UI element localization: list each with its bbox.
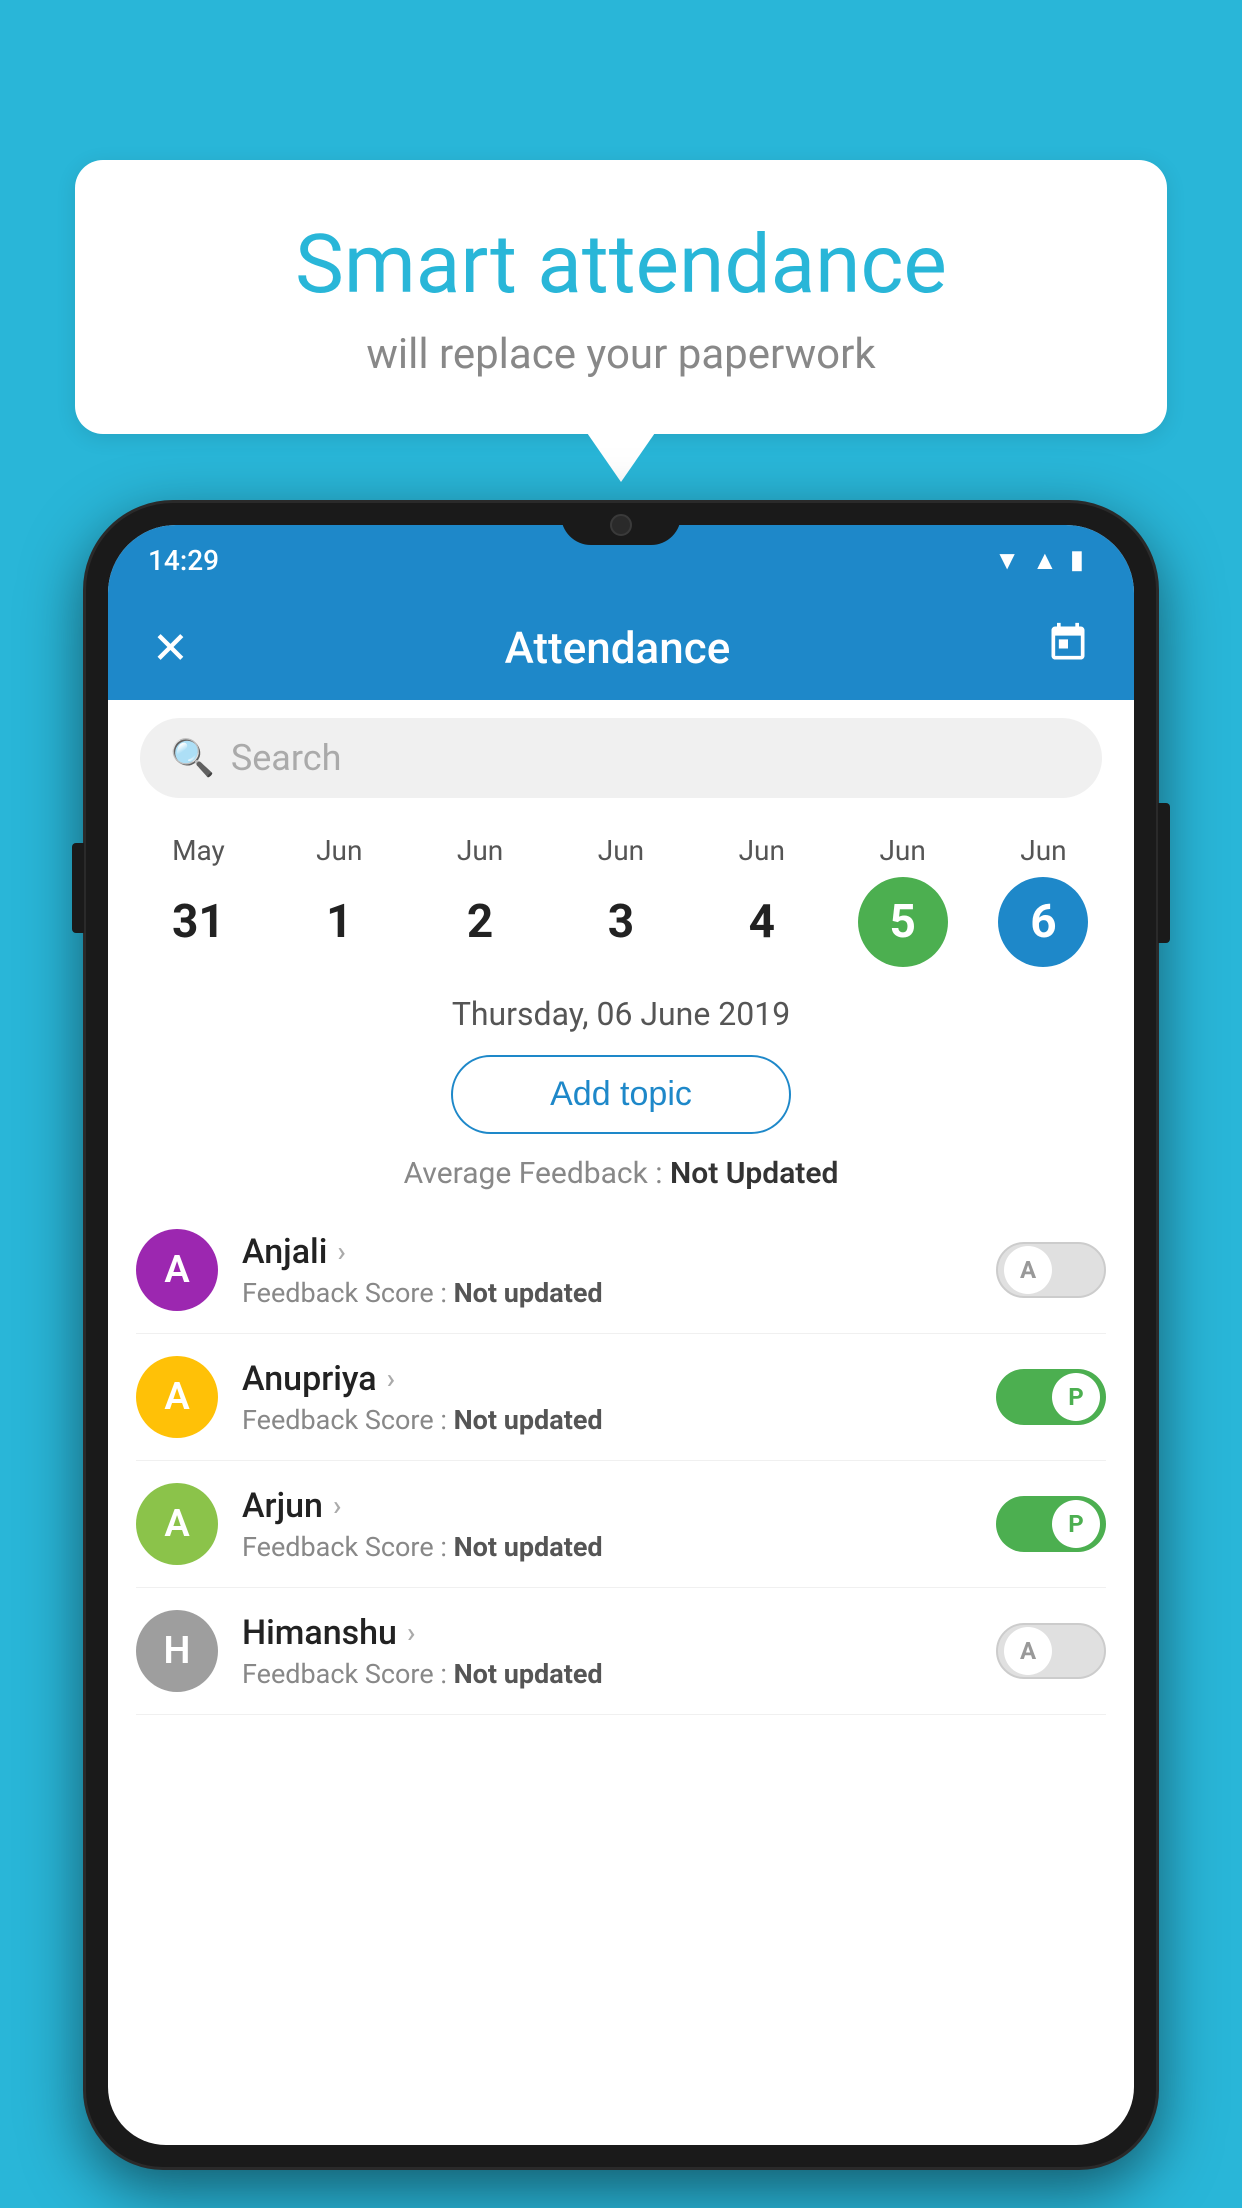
student-info: Anupriya › Feedback Score : Not updated xyxy=(218,1359,996,1436)
calendar-month-label: Jun xyxy=(316,834,362,867)
phone-outer: 14:29 ▼ ▲ ▮ ✕ Attendance 🔍 xyxy=(83,500,1159,2170)
calendar-month-label: May xyxy=(172,834,225,867)
feedback-avg-value: Not Updated xyxy=(670,1156,838,1191)
phone-notch xyxy=(561,503,681,545)
toggle-knob: A xyxy=(1004,1246,1052,1294)
avatar: A xyxy=(136,1229,218,1311)
attendance-toggle[interactable]: A xyxy=(996,1242,1106,1298)
search-icon: 🔍 xyxy=(170,737,215,779)
chevron-right-icon: › xyxy=(337,1235,345,1268)
bubble-subtitle: will replace your paperwork xyxy=(125,330,1117,379)
feedback-avg-label: Average Feedback : xyxy=(404,1156,670,1191)
calendar-date-number[interactable]: 4 xyxy=(717,877,807,967)
battery-icon: ▮ xyxy=(1070,545,1084,575)
calendar-day[interactable]: May 31 xyxy=(153,834,243,967)
add-topic-container: Add topic xyxy=(108,1055,1134,1134)
page-title: Attendance xyxy=(505,622,731,674)
bubble-title: Smart attendance xyxy=(125,220,1117,310)
wifi-icon: ▼ xyxy=(994,545,1020,576)
close-button[interactable]: ✕ xyxy=(152,622,189,674)
student-item[interactable]: AAnjali ›Feedback Score : Not updatedA xyxy=(136,1207,1106,1334)
calendar-day[interactable]: Jun 5 xyxy=(858,834,948,967)
avatar: A xyxy=(136,1483,218,1565)
calendar-strip: May 31 Jun 1 Jun 2 Jun 3 Jun 4 Jun 5 Jun 6 xyxy=(108,816,1134,979)
student-info: Himanshu › Feedback Score : Not updated xyxy=(218,1613,996,1690)
toggle-knob: P xyxy=(1052,1500,1100,1548)
selected-date-label: Thursday, 06 June 2019 xyxy=(108,979,1134,1041)
student-feedback-score: Feedback Score : Not updated xyxy=(242,1404,996,1436)
chevron-right-icon: › xyxy=(333,1489,341,1522)
calendar-month-label: Jun xyxy=(457,834,503,867)
add-topic-button[interactable]: Add topic xyxy=(451,1055,791,1134)
phone-screen: 14:29 ▼ ▲ ▮ ✕ Attendance 🔍 xyxy=(108,525,1134,2145)
calendar-month-label: Jun xyxy=(739,834,785,867)
calendar-month-label: Jun xyxy=(598,834,644,867)
phone-mockup: 14:29 ▼ ▲ ▮ ✕ Attendance 🔍 xyxy=(83,500,1159,2208)
calendar-icon[interactable] xyxy=(1046,621,1090,675)
toggle-knob: A xyxy=(1004,1627,1052,1675)
calendar-date-number[interactable]: 1 xyxy=(294,877,384,967)
student-item[interactable]: A Arjun › Feedback Score : Not updated P xyxy=(136,1461,1106,1588)
phone-camera xyxy=(610,514,632,536)
attendance-toggle[interactable]: P xyxy=(996,1369,1106,1425)
student-name: Anjali › xyxy=(242,1232,996,1272)
calendar-day[interactable]: Jun 4 xyxy=(717,834,807,967)
calendar-date-number[interactable]: 31 xyxy=(153,877,243,967)
student-item[interactable]: H Himanshu › Feedback Score : Not updatedA xyxy=(136,1588,1106,1715)
toggle-knob: P xyxy=(1052,1373,1100,1421)
calendar-date-number[interactable]: 2 xyxy=(435,877,525,967)
student-name: Arjun › xyxy=(242,1486,996,1526)
attendance-toggle[interactable]: P xyxy=(996,1496,1106,1552)
student-name: Himanshu › xyxy=(242,1613,996,1653)
average-feedback: Average Feedback : Not Updated xyxy=(108,1148,1134,1207)
student-info: Anjali › Feedback Score : Not updated xyxy=(218,1232,996,1309)
calendar-month-label: Jun xyxy=(1020,834,1066,867)
app-header: ✕ Attendance xyxy=(108,595,1134,700)
calendar-month-label: Jun xyxy=(879,834,925,867)
status-icons: ▼ ▲ ▮ xyxy=(994,545,1084,576)
calendar-day[interactable]: Jun 6 xyxy=(998,834,1088,967)
student-feedback-score: Feedback Score : Not updated xyxy=(242,1277,996,1309)
student-feedback-score: Feedback Score : Not updated xyxy=(242,1658,996,1690)
calendar-day[interactable]: Jun 3 xyxy=(576,834,666,967)
avatar: H xyxy=(136,1610,218,1692)
attendance-toggle[interactable]: A xyxy=(996,1623,1106,1679)
student-name: Anupriya › xyxy=(242,1359,996,1399)
avatar: A xyxy=(136,1356,218,1438)
student-list: AAnjali ›Feedback Score : Not updatedAAA… xyxy=(108,1207,1134,1715)
signal-icon: ▲ xyxy=(1032,545,1058,576)
student-info: Arjun › Feedback Score : Not updated xyxy=(218,1486,996,1563)
student-feedback-score: Feedback Score : Not updated xyxy=(242,1531,996,1563)
calendar-date-number[interactable]: 5 xyxy=(858,877,948,967)
speech-bubble-container: Smart attendance will replace your paper… xyxy=(75,160,1167,434)
search-placeholder: Search xyxy=(231,737,342,779)
calendar-day[interactable]: Jun 1 xyxy=(294,834,384,967)
calendar-date-number[interactable]: 3 xyxy=(576,877,666,967)
search-bar[interactable]: 🔍 Search xyxy=(140,718,1102,798)
speech-bubble: Smart attendance will replace your paper… xyxy=(75,160,1167,434)
calendar-date-number[interactable]: 6 xyxy=(998,877,1088,967)
student-item[interactable]: A Anupriya › Feedback Score : Not updated P xyxy=(136,1334,1106,1461)
chevron-right-icon: › xyxy=(407,1616,415,1649)
chevron-right-icon: › xyxy=(387,1362,395,1395)
calendar-day[interactable]: Jun 2 xyxy=(435,834,525,967)
status-time: 14:29 xyxy=(148,544,219,577)
